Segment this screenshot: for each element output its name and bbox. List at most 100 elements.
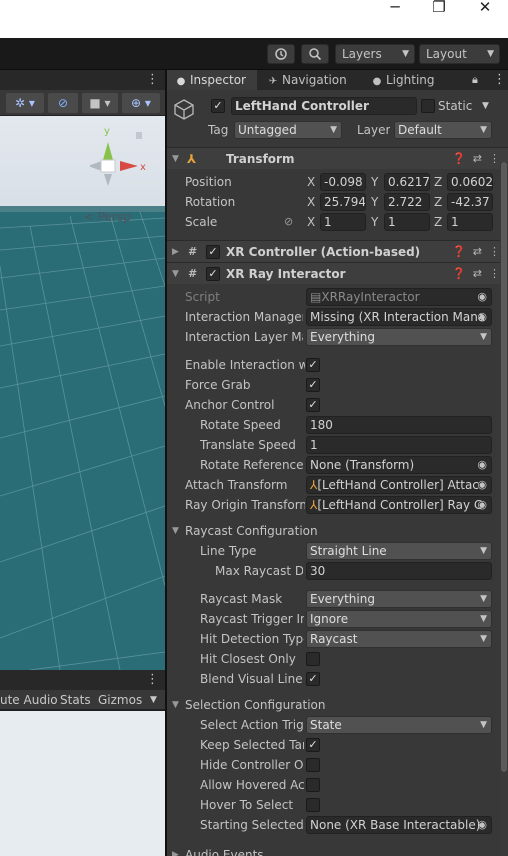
audio-events-foldout[interactable]: ▶ Audio Events bbox=[167, 845, 508, 856]
layers-dropdown[interactable]: Layers ▼ bbox=[335, 44, 415, 64]
scale-y-field[interactable]: 1 bbox=[384, 213, 430, 231]
history-button[interactable] bbox=[267, 44, 295, 64]
layout-dropdown[interactable]: Layout ▼ bbox=[419, 44, 500, 64]
select-action-dropdown[interactable]: State ▼ bbox=[306, 716, 492, 734]
raycast-mask-dropdown[interactable]: Everything ▼ bbox=[306, 590, 492, 608]
script-file-icon: ▤ bbox=[310, 290, 322, 304]
lock-icon[interactable]: 🔒︎ bbox=[472, 70, 478, 90]
force-grab-checkbox[interactable]: ✓ bbox=[306, 378, 320, 392]
blend-visual-checkbox[interactable]: ✓ bbox=[306, 672, 320, 686]
orientation-gizmo[interactable]: y x bbox=[90, 124, 150, 204]
gizmos-dropdown[interactable]: ⊕ ▾ bbox=[122, 93, 160, 113]
ray-origin-field[interactable]: ⅄[LeftHand Controller] Ray C ◉ bbox=[306, 496, 492, 514]
tag-dropdown[interactable]: Untagged ▼ bbox=[234, 121, 342, 139]
object-name-field[interactable]: LeftHand Controller bbox=[231, 97, 417, 115]
position-x-field[interactable]: -0.098 bbox=[320, 173, 366, 191]
attach-transform-value: [LeftHand Controller] Attac bbox=[317, 478, 479, 492]
position-y-field[interactable]: 0.6217 bbox=[384, 173, 430, 191]
allow-hovered-checkbox[interactable] bbox=[306, 778, 320, 792]
tab-navigation[interactable]: ✈ Navigation bbox=[263, 70, 363, 90]
search-button[interactable] bbox=[301, 44, 329, 64]
layer-label: Layer bbox=[357, 123, 391, 137]
interaction-manager-field[interactable]: Missing (XR Interaction Mana ◉ bbox=[306, 308, 492, 326]
xr-ray-interactor-header[interactable]: ▼ # ✓ XR Ray Interactor ❓ ⇄ ⋮ bbox=[167, 262, 508, 284]
static-checkbox[interactable] bbox=[421, 99, 435, 113]
raycast-config-foldout[interactable]: ▼ Raycast Configuration bbox=[167, 521, 508, 541]
layer-dropdown[interactable]: Default ▼ bbox=[394, 121, 492, 139]
object-picker-icon[interactable]: ◉ bbox=[477, 477, 487, 493]
hit-detection-dropdown[interactable]: Raycast ▼ bbox=[306, 630, 492, 648]
force-grab-row: Force Grab ✓ bbox=[167, 375, 508, 395]
mute-audio-button[interactable]: ute Audio bbox=[0, 690, 58, 710]
rotation-y-field[interactable]: 2.722 bbox=[384, 193, 430, 211]
tab-menu-icon[interactable]: ⋮ bbox=[493, 70, 506, 90]
max-raycast-field[interactable]: 30 bbox=[306, 562, 492, 580]
line-type-row: Line Type Straight Line ▼ bbox=[167, 541, 508, 561]
stats-button[interactable]: Stats bbox=[60, 690, 91, 710]
x-label: X bbox=[307, 195, 316, 209]
close-button[interactable]: ✕ bbox=[462, 0, 508, 15]
hit-detection-value: Raycast bbox=[310, 632, 358, 646]
object-picker-icon[interactable]: ◉ bbox=[477, 817, 487, 833]
hit-closest-checkbox[interactable] bbox=[306, 652, 320, 666]
minimize-button[interactable]: ─ bbox=[372, 0, 418, 15]
scale-z-field[interactable]: 1 bbox=[447, 213, 493, 231]
chevron-down-icon[interactable]: ▼ bbox=[150, 690, 157, 710]
maximize-button[interactable]: ❐ bbox=[416, 0, 462, 15]
starting-selected-field[interactable]: None (XR Base Interactable) ◉ bbox=[306, 816, 492, 834]
hit-closest-row: Hit Closest Only bbox=[167, 649, 508, 669]
script-icon: # bbox=[188, 245, 198, 258]
anchor-control-row: Anchor Control ✓ bbox=[167, 395, 508, 415]
enable-interaction-checkbox[interactable]: ✓ bbox=[306, 358, 320, 372]
visibility-toggle[interactable]: ⊘ bbox=[48, 93, 78, 113]
scene-ground-plane bbox=[0, 206, 165, 670]
tab-lighting[interactable]: ● Lighting bbox=[367, 70, 447, 90]
expand-arrow-icon: ▶ bbox=[172, 850, 179, 856]
xr-controller-header[interactable]: ▶ # ✓ XR Controller (Action-based) ❓ ⇄ ⋮ bbox=[167, 240, 508, 262]
active-checkbox[interactable]: ✓ bbox=[211, 99, 225, 113]
component-menu-icons[interactable]: ❓ ⇄ ⋮ bbox=[452, 263, 500, 285]
chevron-down-icon[interactable]: ▼ bbox=[482, 96, 489, 116]
scene-view[interactable]: ⋮ ✲ ▾ ⊘ ■ ▾ ⊕ ▾ y x < Persp bbox=[0, 70, 165, 670]
constrain-proportions-icon[interactable]: ⊘ bbox=[284, 212, 293, 232]
component-enabled-checkbox[interactable]: ✓ bbox=[206, 267, 220, 281]
keep-selected-checkbox[interactable]: ✓ bbox=[306, 738, 320, 752]
tab-inspector[interactable]: ● Inspector bbox=[167, 70, 257, 90]
game-view[interactable] bbox=[0, 711, 165, 856]
gizmos-button[interactable]: Gizmos bbox=[98, 690, 142, 710]
attach-transform-row: Attach Transform ⅄[LeftHand Controller] … bbox=[167, 475, 508, 495]
raycast-mask-row: Raycast Mask Everything ▼ bbox=[167, 589, 508, 609]
component-enabled-checkbox[interactable]: ✓ bbox=[206, 245, 220, 259]
scene-menu-icon[interactable]: ⋮ bbox=[146, 70, 159, 90]
scale-x-field[interactable]: 1 bbox=[320, 213, 366, 231]
raycast-trigger-dropdown[interactable]: Ignore ▼ bbox=[306, 610, 492, 628]
translate-speed-field[interactable]: 1 bbox=[306, 436, 492, 454]
component-menu-icons[interactable]: ❓ ⇄ ⋮ bbox=[452, 148, 500, 170]
position-z-field[interactable]: 0.0602 bbox=[447, 173, 493, 191]
expand-arrow-icon: ▼ bbox=[172, 526, 179, 536]
interaction-layer-mask-dropdown[interactable]: Everything ▼ bbox=[306, 328, 492, 346]
inspector-scroll-thumb[interactable] bbox=[501, 162, 507, 772]
transform-header[interactable]: ▼ ⅄ Transform ❓ ⇄ ⋮ bbox=[167, 147, 508, 169]
draw-mode-dropdown[interactable]: ✲ ▾ bbox=[6, 93, 44, 113]
object-picker-icon[interactable]: ◉ bbox=[477, 309, 487, 325]
selection-config-foldout[interactable]: ▼ Selection Configuration bbox=[167, 695, 508, 715]
hover-to-select-checkbox[interactable] bbox=[306, 798, 320, 812]
rotate-speed-field[interactable]: 180 bbox=[306, 416, 492, 434]
component-menu-icons[interactable]: ❓ ⇄ ⋮ bbox=[452, 241, 500, 263]
hide-controller-checkbox[interactable] bbox=[306, 758, 320, 772]
attach-transform-field[interactable]: ⅄[LeftHand Controller] Attac ◉ bbox=[306, 476, 492, 494]
chevron-down-icon: ▼ bbox=[480, 720, 487, 730]
line-type-dropdown[interactable]: Straight Line ▼ bbox=[306, 542, 492, 560]
object-picker-icon[interactable]: ◉ bbox=[477, 457, 487, 473]
camera-dropdown[interactable]: ■ ▾ bbox=[82, 93, 118, 113]
search-icon bbox=[309, 48, 322, 61]
projection-label[interactable]: < Persp bbox=[84, 210, 131, 224]
anchor-control-checkbox[interactable]: ✓ bbox=[306, 398, 320, 412]
rotation-x-field[interactable]: 25.794 bbox=[320, 193, 366, 211]
object-picker-icon[interactable]: ◉ bbox=[477, 497, 487, 513]
rotate-reference-field[interactable]: None (Transform) ◉ bbox=[306, 456, 492, 474]
rotation-z-field[interactable]: -42.37 bbox=[447, 193, 493, 211]
max-raycast-row: Max Raycast Di 30 bbox=[167, 561, 508, 581]
game-menu-icon[interactable]: ⋮ bbox=[146, 670, 159, 690]
